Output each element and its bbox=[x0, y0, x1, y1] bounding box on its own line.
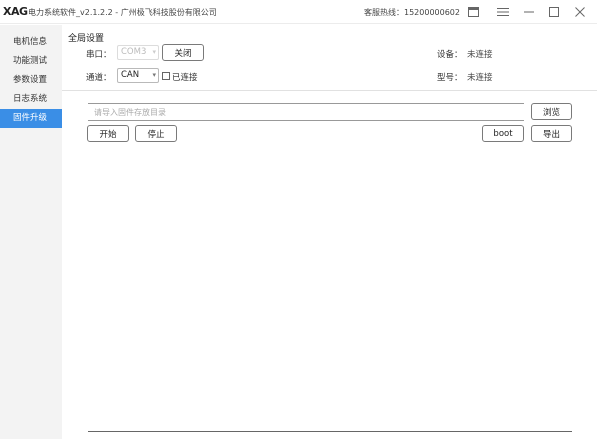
export-button[interactable]: 导出 bbox=[531, 125, 572, 142]
browse-button[interactable]: 浏览 bbox=[531, 103, 572, 120]
device-value: 未连接 bbox=[467, 50, 493, 60]
sidebar-item-parameter-settings[interactable]: 参数设置 bbox=[0, 71, 62, 90]
stop-button[interactable]: 停止 bbox=[135, 125, 177, 142]
sidebar-item-log-system[interactable]: 日志系统 bbox=[0, 90, 62, 109]
firmware-path-input[interactable] bbox=[88, 103, 524, 121]
title-bar: XAG 电力系统软件_v2.1.2.2 - 广州极飞科技股份有限公司 客服热线：… bbox=[0, 0, 597, 24]
port-select[interactable]: COM3 ▾ bbox=[117, 45, 159, 60]
app-logo: XAG bbox=[3, 5, 28, 18]
sidebar: 电机信息 功能测试 参数设置 日志系统 固件升级 bbox=[0, 25, 62, 439]
section-title: 全局设置 bbox=[68, 34, 105, 44]
chevron-down-icon: ▾ bbox=[152, 71, 156, 79]
port-label: 串口： bbox=[86, 50, 112, 60]
boot-button[interactable]: boot bbox=[482, 125, 524, 142]
close-port-button[interactable]: 关闭 bbox=[162, 44, 204, 61]
device-label: 设备： bbox=[437, 50, 463, 60]
close-icon[interactable] bbox=[569, 3, 591, 21]
chevron-down-icon: ▾ bbox=[152, 48, 156, 56]
sidebar-item-function-test[interactable]: 功能测试 bbox=[0, 52, 62, 71]
sidebar-item-motor-info[interactable]: 电机信息 bbox=[0, 33, 62, 52]
channel-select[interactable]: CAN ▾ bbox=[117, 68, 159, 83]
channel-label: 通道： bbox=[86, 73, 112, 83]
hotline-text: 客服热线：15200000602 bbox=[364, 8, 460, 17]
main-panel: 全局设置 串口： COM3 ▾ 关闭 设备： 未连接 通道： CAN ▾ 已连接… bbox=[62, 25, 597, 439]
connected-checkbox[interactable] bbox=[162, 72, 170, 80]
model-value: 未连接 bbox=[467, 73, 493, 83]
menu-icon[interactable] bbox=[492, 3, 514, 21]
start-button[interactable]: 开始 bbox=[87, 125, 129, 142]
minimize-icon[interactable] bbox=[518, 3, 540, 21]
model-label: 型号： bbox=[437, 73, 463, 83]
restore-icon[interactable] bbox=[462, 3, 484, 21]
maximize-icon[interactable] bbox=[543, 3, 565, 21]
window-title: 电力系统软件_v2.1.2.2 - 广州极飞科技股份有限公司 bbox=[28, 8, 217, 17]
port-select-value: COM3 bbox=[121, 47, 147, 57]
connected-checkbox-label: 已连接 bbox=[172, 73, 198, 83]
upgrade-log-area[interactable] bbox=[88, 147, 572, 432]
channel-select-value: CAN bbox=[121, 70, 140, 80]
section-divider bbox=[62, 90, 597, 91]
sidebar-item-firmware-upgrade[interactable]: 固件升级 bbox=[0, 109, 62, 128]
